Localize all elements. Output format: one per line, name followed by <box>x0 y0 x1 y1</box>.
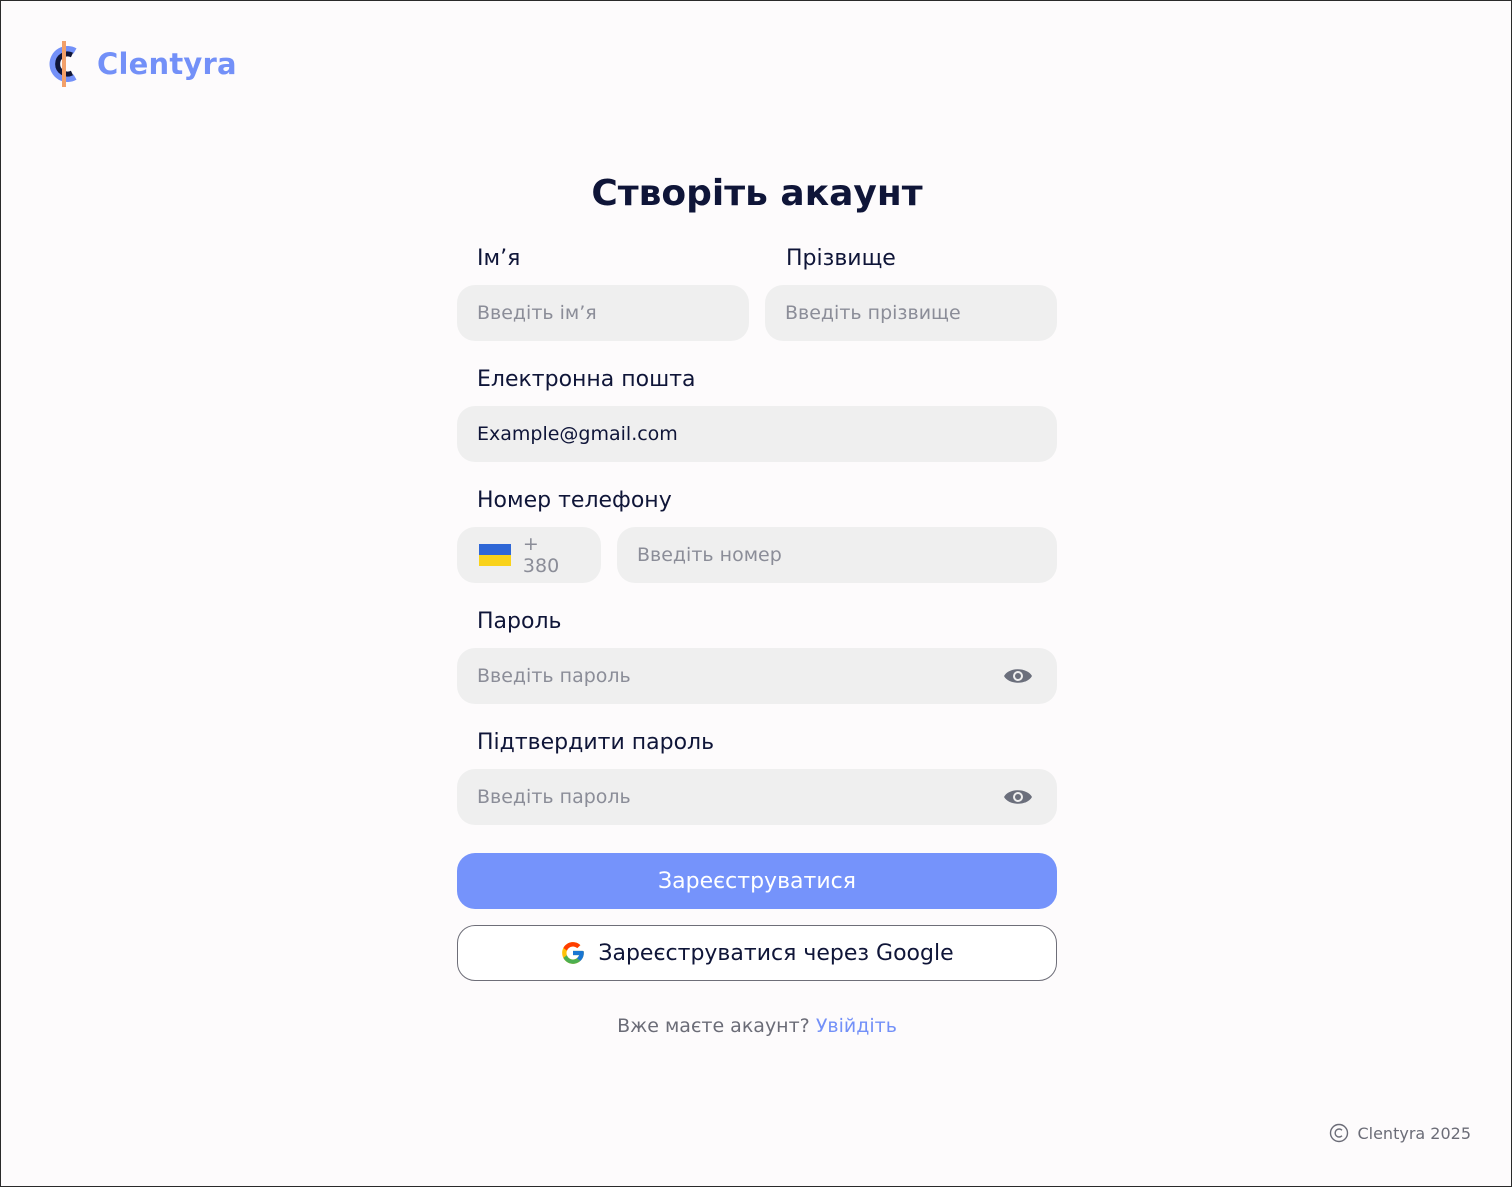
confirm-password-input[interactable] <box>457 769 1057 825</box>
google-button-label: Зареєструватися через Google <box>598 940 954 966</box>
google-icon <box>562 942 585 964</box>
brand-name: Clentyra <box>97 47 237 81</box>
confirm-password-field <box>457 769 1057 825</box>
signin-text: Вже маєте акаунт? <box>617 1015 810 1037</box>
eye-icon[interactable] <box>1003 785 1033 809</box>
phone-label: Номер телефону <box>477 488 672 513</box>
eye-icon[interactable] <box>1003 664 1033 688</box>
register-button[interactable]: Зареєструватися <box>457 853 1057 909</box>
email-label: Електронна пошта <box>477 367 696 392</box>
google-register-button[interactable]: Зареєструватися через Google <box>457 925 1057 981</box>
phone-input[interactable] <box>617 527 1057 583</box>
email-input[interactable] <box>457 406 1057 462</box>
country-code-select[interactable]: + 380 <box>457 527 601 583</box>
ukraine-flag-icon <box>479 544 511 566</box>
brand-logo[interactable]: Clentyra <box>45 41 237 87</box>
password-field <box>457 648 1057 704</box>
last-name-input[interactable] <box>765 285 1057 341</box>
signin-link[interactable]: Увійдіть <box>816 1015 897 1037</box>
country-code: + 380 <box>522 533 560 577</box>
confirm-password-label: Підтвердити пароль <box>477 730 715 755</box>
last-name-label: Прізвище <box>786 246 896 271</box>
signin-prompt: Вже маєте акаунт? Увійдіть <box>457 1015 1057 1037</box>
copyright-icon <box>1330 1123 1349 1143</box>
copyright-text: Clentyra 2025 <box>1357 1123 1471 1143</box>
password-input[interactable] <box>457 648 1057 704</box>
logo-icon <box>49 41 77 87</box>
footer: Clentyra 2025 <box>1329 1123 1471 1143</box>
first-name-input[interactable] <box>457 285 749 341</box>
first-name-label: Ім’я <box>477 246 521 271</box>
page-title: Створіть акаунт <box>591 173 923 214</box>
password-label: Пароль <box>477 609 562 634</box>
